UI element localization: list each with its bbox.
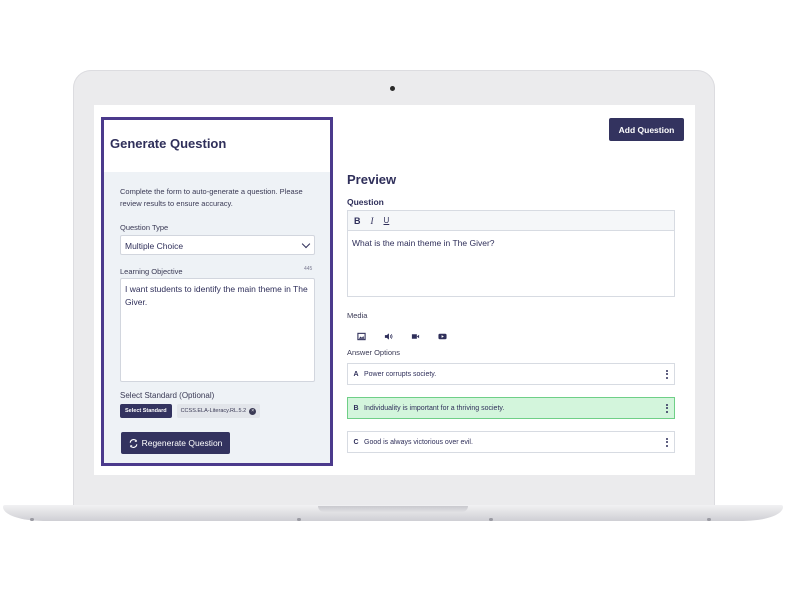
more-options-icon[interactable] [660,369,674,379]
answer-option[interactable]: C Good is always victorious over evil. [347,431,675,453]
media-toolbar [357,328,447,341]
answer-letter: B [353,404,359,412]
laptop-foot [707,518,711,521]
image-icon[interactable] [357,328,366,341]
more-options-icon[interactable] [660,437,674,447]
answer-option-correct[interactable]: B Individuality is important for a thriv… [347,397,675,419]
question-text[interactable]: What is the main theme in The Giver? [348,231,674,255]
preview-title: Preview [347,172,397,187]
audio-icon[interactable] [384,328,393,340]
youtube-icon[interactable] [438,328,447,340]
refresh-icon [129,438,137,448]
regenerate-label: Regenerate Question [141,438,223,448]
standard-label: Select Standard (Optional) [120,391,215,400]
question-label: Question [347,197,384,207]
answer-option[interactable]: A Power corrupts society. [347,363,675,385]
answer-text: Good is always victorious over evil. [364,438,473,446]
laptop-foot [489,518,493,521]
generate-panel-header: Generate Question [104,120,330,172]
regenerate-question-button[interactable]: Regenerate Question [121,432,230,454]
question-type-value: Multiple Choice [125,241,184,251]
answer-letter: A [353,370,359,378]
standard-row: Select Standard CCSS.ELA-Literacy.RL.5.2… [120,404,261,418]
answer-letter: C [353,438,359,446]
character-counter: 445 [304,266,313,272]
app-screen: Generate Question Complete the form to a… [94,105,695,475]
answer-text: Individuality is important for a thrivin… [364,404,505,412]
standard-chip-label: CCSS.ELA-Literacy.RL.5.2 [180,408,247,414]
learning-objective-label: Learning Objective [120,267,183,276]
standard-chip: CCSS.ELA-Literacy.RL.5.2 × [176,404,261,418]
question-type-select[interactable]: Multiple Choice [120,235,315,255]
add-question-button[interactable]: Add Question [609,118,684,141]
answer-options-label: Answer Options [347,348,400,357]
laptop-foot [297,518,301,521]
learning-objective-textarea[interactable]: I want students to identify the main the… [120,278,315,382]
more-options-icon[interactable] [660,403,674,413]
underline-button[interactable]: U [384,216,390,225]
italic-button[interactable]: I [371,216,374,226]
video-icon[interactable] [411,328,420,339]
bold-button[interactable]: B [354,216,361,226]
remove-standard-icon[interactable]: × [249,407,257,415]
laptop-foot [30,518,34,521]
question-type-label: Question Type [120,223,169,232]
media-label: Media [347,311,368,320]
select-standard-button[interactable]: Select Standard [120,404,172,418]
laptop-base-notch [318,506,468,512]
generate-panel-description: Complete the form to auto-generate a que… [120,187,303,208]
answer-text: Power corrupts society. [364,370,437,378]
chevron-down-icon [301,239,311,249]
editor-toolbar: B I U [348,211,674,231]
camera-icon [390,86,395,91]
generate-panel-title: Generate Question [110,136,227,151]
question-editor: B I U What is the main theme in The Give… [347,210,675,297]
generate-question-panel: Generate Question Complete the form to a… [101,117,333,466]
